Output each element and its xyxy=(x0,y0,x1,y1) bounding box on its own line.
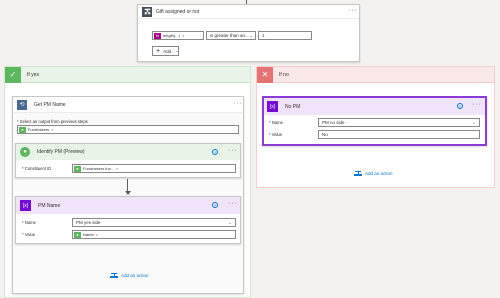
expression-icon: fx xyxy=(154,32,161,39)
constituent-id-input[interactable]: ● Fundraisers fun... × xyxy=(72,164,236,173)
chevron-down-icon: ⌄ xyxy=(175,48,179,53)
pm-name-more-icon[interactable]: ··· xyxy=(228,200,238,207)
condition-operator-value: is greater than an... xyxy=(210,33,249,38)
identify-pm-card[interactable]: ● Identify PM (Preview) ? ··· * Constitu… xyxy=(15,143,241,178)
plus-icon: + xyxy=(156,47,161,55)
get-pm-name-more-icon[interactable]: ··· xyxy=(233,100,243,107)
chevron-down-icon: ⌄ xyxy=(249,32,253,38)
select-output-input[interactable]: ● Fundraisers × xyxy=(17,125,239,134)
variable-icon: {x} xyxy=(20,200,31,211)
pm-name-header[interactable]: {x} PM Name xyxy=(16,197,240,214)
no-pm-card[interactable]: {x} No PM ? ··· * Name PM no side ⌄ * Va… xyxy=(262,96,487,146)
identify-pm-title: Identify PM (Preview) xyxy=(37,149,85,155)
condition-more-icon[interactable]: ··· xyxy=(348,7,358,14)
chevron-down-icon: ⌄ xyxy=(228,219,232,225)
chevron-down-icon: ⌄ xyxy=(472,119,476,125)
constituent-icon: ● xyxy=(74,165,81,172)
flow-arrowhead xyxy=(125,191,131,195)
condition-right-operand[interactable]: 1 xyxy=(258,31,312,40)
if-no-label: If no xyxy=(279,71,289,78)
help-icon[interactable]: ? xyxy=(212,202,218,208)
identify-pm-more-icon[interactable]: ··· xyxy=(228,147,238,154)
remove-token-icon[interactable]: × xyxy=(96,232,98,237)
condition-add-label: Add xyxy=(163,48,172,54)
remove-token-icon[interactable]: × xyxy=(51,127,53,132)
get-pm-name-header[interactable]: ⟲ Get PM Name xyxy=(13,97,243,113)
if-yes-add-action-label: Add an action xyxy=(121,273,149,278)
help-icon[interactable]: ? xyxy=(212,149,218,155)
no-pm-value-input[interactable]: No xyxy=(318,130,480,139)
condition-card[interactable]: Gift assigned or not ··· fx length(...) … xyxy=(137,4,360,62)
condition-token-label: length(...) xyxy=(163,33,180,38)
pm-name-name-value: PM yes side xyxy=(76,220,101,225)
condition-value: 1 xyxy=(262,33,265,38)
pm-name-name-label: * Name xyxy=(22,220,36,225)
no-pm-value-value: No xyxy=(322,132,328,137)
variable-icon: {x} xyxy=(267,101,278,112)
no-pm-header[interactable]: {x} No PM xyxy=(264,98,485,115)
if-yes-add-action-button[interactable]: Add an action xyxy=(110,272,149,279)
select-output-token: Fundraisers xyxy=(28,127,50,132)
add-action-icon xyxy=(110,272,118,279)
loop-icon: ⟲ xyxy=(17,99,27,110)
pm-name-value-input[interactable]: ● Name × xyxy=(72,230,236,239)
remove-token-icon[interactable]: × xyxy=(182,33,184,38)
pm-name-value-label: * Value xyxy=(22,232,36,237)
no-pm-name-select[interactable]: PM no side ⌄ xyxy=(318,118,480,127)
pm-name-name-select[interactable]: PM yes side ⌄ xyxy=(72,218,236,227)
get-pm-name-title: Get PM Name xyxy=(34,101,66,108)
if-no-header[interactable]: ✕ If no xyxy=(257,66,494,83)
help-icon[interactable]: ? xyxy=(457,103,463,109)
condition-header[interactable]: Gift assigned or not xyxy=(138,5,359,19)
condition-add-button[interactable]: + Add ⌄ xyxy=(152,46,179,56)
no-pm-title: No PM xyxy=(285,103,301,110)
pm-name-value-token: Name xyxy=(83,232,94,237)
close-icon: ✕ xyxy=(257,66,273,83)
no-pm-more-icon[interactable]: ··· xyxy=(472,101,482,108)
no-pm-name-value: PM no side xyxy=(322,120,345,125)
get-pm-name-card[interactable]: ⟲ Get PM Name ··· * Select an output fro… xyxy=(12,96,244,294)
no-pm-value-label: * Value xyxy=(269,132,283,137)
if-no-add-action-button[interactable]: Add an action xyxy=(354,170,393,177)
if-yes-label: If yes xyxy=(27,71,39,78)
condition-left-operand[interactable]: fx length(...) × xyxy=(152,31,204,40)
if-yes-header[interactable]: ✓ If yes xyxy=(5,66,250,83)
identify-pm-header[interactable]: ● Identify PM (Preview) xyxy=(16,144,240,160)
constituent-id-token: Fundraisers fun... xyxy=(83,166,115,171)
constituent-id-label: * Constituent ID xyxy=(22,166,52,171)
if-no-add-action-label: Add an action xyxy=(365,171,393,176)
select-output-label: * Select an output from previous steps xyxy=(17,119,88,124)
person-icon: ● xyxy=(20,147,30,157)
condition-icon xyxy=(142,6,152,17)
remove-token-icon[interactable]: × xyxy=(116,166,118,171)
checkmark-icon: ✓ xyxy=(5,66,21,83)
condition-operator-select[interactable]: is greater than an... ⌄ xyxy=(206,31,256,40)
pm-name-card[interactable]: {x} PM Name ? ··· * Name PM yes side ⌄ *… xyxy=(15,196,241,244)
constituent-icon: ● xyxy=(19,126,26,133)
pm-name-title: PM Name xyxy=(38,202,61,209)
add-action-icon xyxy=(354,170,362,177)
condition-title: Gift assigned or not xyxy=(156,8,200,15)
no-pm-name-label: * Name xyxy=(269,120,283,125)
constituent-icon: ● xyxy=(74,231,81,238)
